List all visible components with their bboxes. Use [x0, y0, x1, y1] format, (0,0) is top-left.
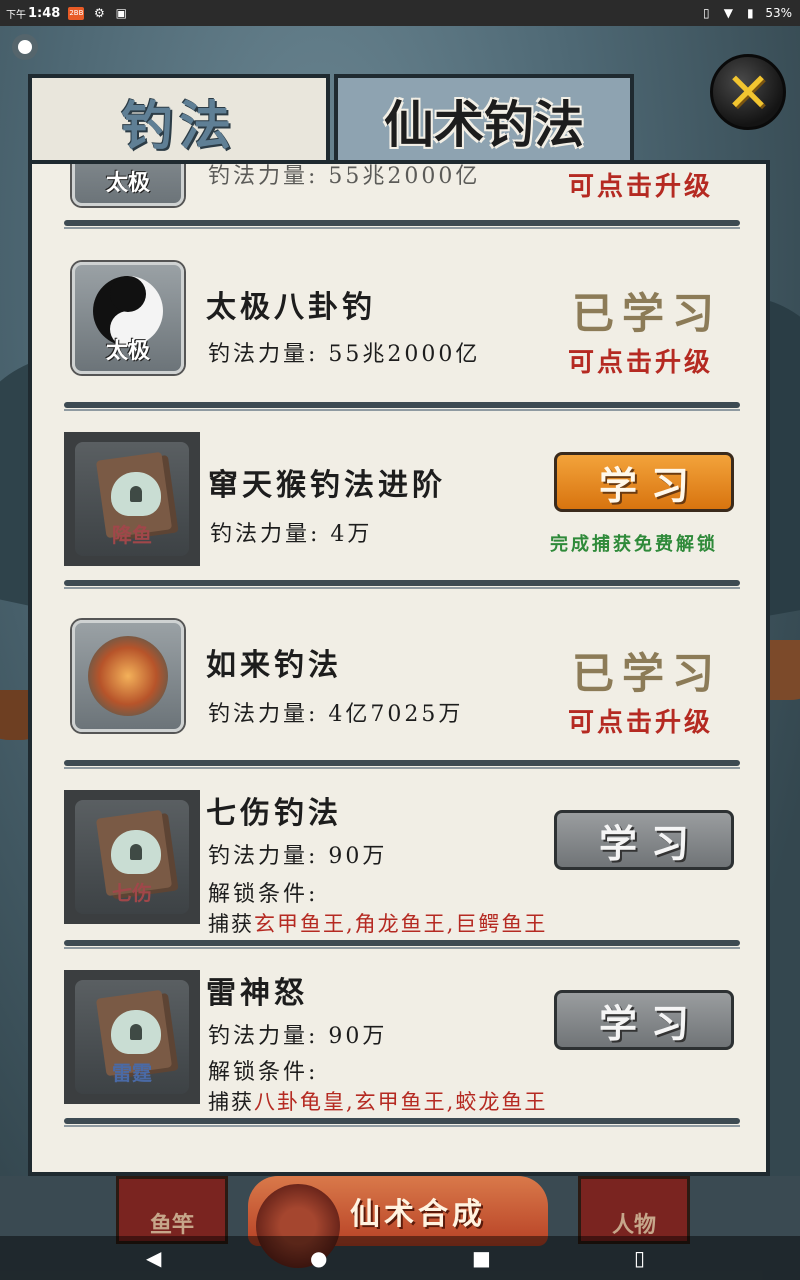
skill-power: 钓法力量: 4万 [210, 522, 373, 547]
learn-button[interactable]: 学习 [554, 810, 734, 870]
fishing-rod-tile[interactable]: 鱼竿 [116, 1176, 228, 1244]
lock-icon [111, 472, 161, 516]
unlock-prefix: 捕获 [208, 1090, 254, 1114]
free-unlock-note: 完成捕获免费解锁 [550, 534, 718, 555]
tab-label: 钓法 [120, 95, 237, 157]
unlock-targets: 玄甲鱼王,角龙鱼王,巨鳄鱼王 [254, 912, 548, 936]
tab-immortal-fishing-method[interactable]: 仙术钓法 [334, 74, 634, 164]
unlock-condition: 捕获玄甲鱼王,角龙鱼王,巨鳄鱼王 [208, 908, 547, 938]
skill-icon-label: 七伤 [112, 881, 152, 905]
skill-title: 七伤钓法 [206, 796, 342, 831]
skill-list-panel[interactable]: 太极 钓法力量: 55兆2000亿 可点击升级 太极 太极八卦钓 钓法力量: 5… [28, 160, 770, 1176]
learn-button[interactable]: 学习 [554, 452, 734, 512]
skill-icon-locked: 降鱼 [64, 432, 200, 566]
screen-rotate-icon[interactable]: ▯ [634, 1246, 645, 1270]
lock-icon [111, 1010, 161, 1054]
skill-title: 如来钓法 [206, 648, 342, 683]
skill-power: 钓法力量: 90万 [208, 1024, 388, 1049]
status-bar: 下午 1:48 2BB ⚙ ▣ ▯ ▼ ▮ 53% [0, 0, 800, 26]
skill-icon-label: 降鱼 [112, 523, 152, 547]
skill-power: 钓法力量: 90万 [208, 844, 388, 869]
skill-title: 太极八卦钓 [206, 290, 376, 325]
skill-title: 窜天猴钓法进阶 [208, 468, 446, 503]
vibrate-icon: ▯ [703, 6, 710, 20]
settings-gear-icon: ⚙ [93, 6, 105, 20]
skill-power: 钓法力量: 4亿7025万 [208, 702, 464, 727]
bag-icon: ▣ [115, 6, 128, 20]
status-time: 1:48 [28, 5, 61, 21]
close-icon: ✕ [725, 60, 771, 124]
skill-icon-label: 雷霆 [112, 1061, 152, 1085]
unlock-condition: 捕获八卦龟皇,玄甲鱼王,蛟龙鱼王 [208, 1086, 547, 1116]
row-divider [64, 220, 740, 230]
tab-fishing-method[interactable]: 钓法 [28, 74, 330, 164]
row-divider [64, 580, 740, 590]
skill-icon [72, 620, 184, 732]
skill-icon: 太极 [72, 262, 184, 374]
battery-percent: 53% [765, 6, 792, 20]
skill-title: 雷神怒 [206, 976, 308, 1011]
learned-status: 已学习 [572, 649, 723, 698]
learn-button[interactable]: 学习 [554, 990, 734, 1050]
skill-power: 钓法力量: 55兆2000亿 [208, 342, 481, 367]
row-divider [64, 1118, 740, 1128]
row-divider [64, 760, 740, 770]
row-divider [64, 940, 740, 950]
tile-label: 鱼竿 [149, 1212, 194, 1238]
unlock-condition-label: 解锁条件: [208, 1060, 319, 1085]
tab-label: 仙术钓法 [384, 95, 584, 154]
tile-label: 人物 [611, 1212, 656, 1238]
skill-icon: 太极 [72, 164, 184, 206]
synthesis-label: 仙术合成 [350, 1197, 486, 1232]
floating-assist-button[interactable] [12, 34, 38, 60]
unlock-prefix: 捕获 [208, 912, 254, 936]
lock-icon [111, 830, 161, 874]
wifi-icon: ▼ [723, 6, 733, 20]
app-badge-icon: 2BB [68, 6, 85, 20]
home-icon[interactable]: ● [310, 1246, 327, 1270]
learned-status: 已学习 [572, 289, 723, 338]
fire-book-icon [88, 636, 168, 716]
unlock-targets: 八卦龟皇,玄甲鱼王,蛟龙鱼王 [254, 1090, 548, 1114]
status-ampm: 下午 [6, 9, 26, 21]
unlock-condition-label: 解锁条件: [208, 882, 319, 907]
battery-icon: ▮ [747, 6, 754, 20]
recent-apps-icon[interactable]: ■ [472, 1246, 491, 1270]
skill-power: 钓法力量: 55兆2000亿 [208, 164, 481, 189]
system-nav-bar: ◀ ● ■ ▯ [0, 1236, 800, 1280]
skill-icon-locked: 雷霆 [64, 970, 200, 1104]
upgrade-text[interactable]: 可点击升级 [568, 702, 713, 739]
close-button[interactable]: ✕ [710, 54, 786, 130]
back-icon[interactable]: ◀ [146, 1246, 161, 1270]
character-tile[interactable]: 人物 [578, 1176, 690, 1244]
skill-icon-label: 太极 [105, 170, 150, 196]
upgrade-text[interactable]: 可点击升级 [568, 342, 713, 379]
skill-icon-locked: 七伤 [64, 790, 200, 924]
upgrade-text[interactable]: 可点击升级 [568, 166, 713, 203]
row-divider [64, 402, 740, 412]
skill-icon-label: 太极 [105, 338, 150, 364]
